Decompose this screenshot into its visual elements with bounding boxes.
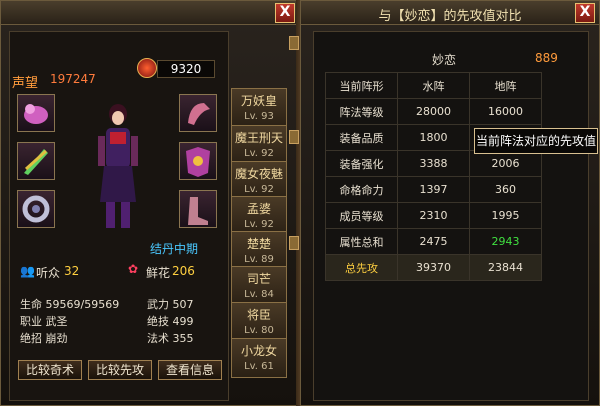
roster-level: Lv. 89	[244, 254, 274, 265]
power-icon	[137, 58, 157, 78]
reputation-value: 197247	[50, 72, 96, 86]
stat-magic: 法术 355	[147, 332, 194, 345]
roster-tab-6[interactable]: 司芒 Lv. 84	[231, 266, 287, 306]
roster-tab-5[interactable]: 楚楚 Lv. 89	[231, 231, 287, 271]
value-a: 1397	[397, 176, 470, 203]
reputation-label: 声望	[12, 76, 39, 91]
roster-tab-1[interactable]: 万妖皇 Lv. 93	[231, 88, 287, 128]
row-label: 属性总和	[325, 228, 398, 255]
listeners-icon: 👥	[20, 264, 35, 278]
roster-level: Lv. 92	[244, 184, 274, 195]
power-value: 9320	[157, 60, 215, 78]
value-b: 1995	[469, 202, 542, 229]
value-a: 1800	[397, 124, 470, 151]
row-label: 阵法等级	[325, 98, 398, 125]
flower-icon: ✿	[128, 262, 139, 276]
listeners-label: 听众	[36, 266, 61, 280]
table-row: 命格命力 1397 360	[325, 176, 542, 203]
tooltip: 当前阵法对应的先攻值	[474, 128, 598, 154]
row-label: 总先攻	[325, 254, 398, 281]
scroll-handle[interactable]	[289, 130, 299, 144]
equipment-slot-boots[interactable]	[179, 190, 217, 228]
value-b-highlight: 2943	[469, 228, 542, 255]
table-row: 阵法等级 28000 16000	[325, 98, 542, 125]
compare-table: 当前阵形 水阵 地阵 阵法等级 28000 16000 装备品质 1800 装备强化 338…	[325, 72, 542, 281]
roster-tab-2[interactable]: 魔王刑天 Lv. 92	[231, 125, 287, 165]
total-row: 总先攻 39370 23844	[325, 254, 542, 281]
value-a: 2310	[397, 202, 470, 229]
equipment-slot-armor[interactable]	[179, 142, 217, 180]
value-b: 16000	[469, 98, 542, 125]
roster-name: 魔女夜魅	[234, 167, 283, 181]
stat-hp: 生命 59569/59569	[20, 298, 120, 311]
character-avatar	[98, 104, 138, 228]
value-b: 2006	[469, 150, 542, 177]
roster-level: Lv. 93	[244, 111, 274, 122]
left-titlebar	[1, 1, 299, 25]
roster-name: 小龙女	[240, 344, 277, 358]
roster-tab-8[interactable]: 小龙女 Lv. 61	[231, 338, 287, 378]
compare-initiative-button[interactable]: 比较先攻	[88, 360, 152, 380]
table-row: 装备强化 3388 2006	[325, 150, 542, 177]
view-info-button[interactable]: 查看信息	[158, 360, 222, 380]
listeners-value: 32	[64, 264, 80, 278]
left-close-button[interactable]: X	[275, 3, 295, 23]
roster-name: 魔王刑天	[234, 131, 283, 145]
opponent-power: 889	[535, 51, 558, 65]
value-a: 3388	[397, 150, 470, 177]
roster-name: 万妖皇	[240, 94, 277, 108]
row-label: 装备强化	[325, 150, 398, 177]
stat-force: 武力 507	[147, 298, 194, 311]
row-label: 当前阵形	[325, 72, 398, 99]
table-row: 当前阵形 水阵 地阵	[325, 72, 542, 99]
scroll-handle-lower[interactable]	[289, 236, 299, 250]
value-a: 28000	[397, 98, 470, 125]
equipment-slot-pet[interactable]	[17, 94, 55, 132]
panel-title: 与【妙恋】的先攻值对比	[378, 9, 522, 24]
value-a: 水阵	[397, 72, 470, 99]
value-b: 地阵	[469, 72, 542, 99]
equipment-slot-weapon[interactable]	[17, 142, 55, 180]
roster-level: Lv. 84	[244, 289, 274, 300]
roster-name: 楚楚	[246, 237, 271, 251]
roster-level: Lv. 92	[244, 148, 274, 159]
equipment-slot-ring[interactable]	[17, 190, 55, 228]
value-a: 39370	[397, 254, 470, 281]
compare-arts-button[interactable]: 比较奇术	[18, 360, 82, 380]
roster-tab-4[interactable]: 孟婆 Lv. 92	[231, 196, 287, 236]
roster-name: 将臣	[246, 308, 271, 322]
roster-name: 孟婆	[246, 202, 271, 216]
table-row: 成员等级 2310 1995	[325, 202, 542, 229]
flowers-label: 鲜花	[146, 266, 171, 280]
roster-level: Lv. 61	[244, 361, 274, 372]
stat-job: 职业 武圣	[20, 315, 68, 328]
table-row: 属性总和 2475 2943	[325, 228, 542, 255]
flowers-value: 206	[172, 264, 195, 278]
row-label: 命格命力	[325, 176, 398, 203]
cultivation-realm: 结丹中期	[150, 242, 199, 256]
row-label: 成员等级	[325, 202, 398, 229]
roster-name: 司芒	[246, 272, 271, 286]
value-a: 2475	[397, 228, 470, 255]
roster-tab-7[interactable]: 将臣 Lv. 80	[231, 302, 287, 342]
opponent-name: 妙恋	[432, 53, 457, 67]
right-close-button[interactable]: X	[575, 3, 595, 23]
value-b: 360	[469, 176, 542, 203]
equipment-slot-accessory[interactable]	[179, 94, 217, 132]
scroll-up-handle[interactable]	[289, 36, 299, 50]
roster-level: Lv. 92	[244, 219, 274, 230]
stat-unique: 绝技 499	[147, 315, 194, 328]
stat-skill: 绝招 崩劲	[20, 332, 68, 345]
roster-tab-3[interactable]: 魔女夜魅 Lv. 92	[231, 161, 287, 201]
value-b: 23844	[469, 254, 542, 281]
row-label: 装备品质	[325, 124, 398, 151]
roster-level: Lv. 80	[244, 325, 274, 336]
